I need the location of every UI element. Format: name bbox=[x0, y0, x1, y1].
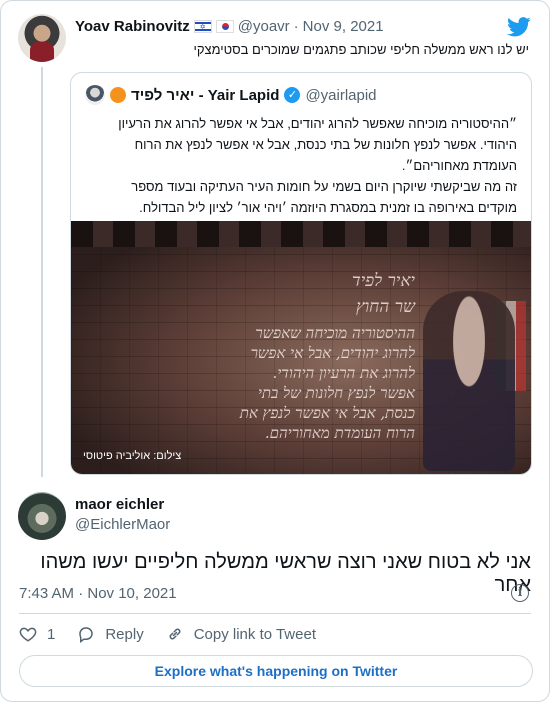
wall-battlements bbox=[71, 221, 531, 247]
quoted-author-name: יאיר לפיד - Yair Lapid bbox=[131, 86, 280, 104]
quoted-tweet[interactable]: יאיר לפיד - Yair Lapid ✓ @yairlapid ״ההי… bbox=[70, 72, 532, 475]
projected-text: יאיר לפיד שר החוץ ההיסטוריה מוכיחה שאפשר… bbox=[205, 271, 415, 443]
projected-line: יאיר לפיד bbox=[352, 271, 415, 291]
twitter-bird-icon[interactable] bbox=[507, 17, 531, 37]
israel-flag-icon: ✡ bbox=[193, 20, 212, 33]
photo-credit: צילום: אוליביה פיטוסי bbox=[83, 450, 182, 462]
action-bar: 1 Reply Copy link to Tweet bbox=[19, 624, 338, 644]
author-name[interactable]: Yoav Rabinovitz bbox=[75, 18, 190, 35]
separator: · bbox=[293, 18, 299, 35]
parent-tweet-text: יש לנו ראש ממשלה חליפי שכותב פתגמים שמוכ… bbox=[193, 42, 529, 57]
projected-line: כנסת, אבל אי אפשר לנפץ את bbox=[239, 404, 415, 422]
projected-line: אפשר לנפץ חלונות של בתי bbox=[257, 384, 415, 402]
reply-label: Reply bbox=[105, 625, 144, 643]
divider bbox=[19, 613, 531, 614]
south-korea-flag-icon bbox=[215, 20, 234, 33]
verified-badge-icon: ✓ bbox=[284, 87, 301, 103]
link-icon bbox=[169, 628, 181, 640]
orange-circle-icon bbox=[110, 87, 126, 103]
reply-bubble-icon bbox=[79, 627, 94, 643]
quoted-tweet-text: ״ההיסטוריה מוכיחה שאפשר להרוג יהודים, אב… bbox=[85, 113, 517, 218]
reply-button[interactable]: Reply bbox=[77, 625, 144, 643]
projected-line: שר החוץ bbox=[355, 297, 415, 317]
quoted-text-line: העומדת מאחוריהם״. bbox=[401, 158, 517, 173]
info-icon[interactable]: i bbox=[511, 584, 529, 602]
avatar[interactable] bbox=[18, 492, 66, 540]
tweet-date[interactable]: Nov 9, 2021 bbox=[303, 18, 384, 35]
like-count: 1 bbox=[47, 625, 56, 643]
parent-tweet-header: Yoav Rabinovitz ✡ @yoavr · Nov 9, 2021 bbox=[75, 18, 384, 35]
heart-icon bbox=[19, 627, 37, 642]
projected-line: להרוג את הרעיון היהודי. bbox=[272, 364, 415, 382]
quoted-text-line: זה מה שביקשתי שיוקרן היום בשמי על חומות … bbox=[131, 179, 517, 194]
copy-link-button[interactable]: Copy link to Tweet bbox=[166, 625, 316, 643]
portrait-projection bbox=[423, 291, 515, 471]
thread-line bbox=[41, 67, 43, 477]
projected-line: ההיסטוריה מוכיחה שאפשר bbox=[255, 324, 415, 342]
quoted-text-line: היהודי. אפשר לנפץ חלונות של בתי כנסת, אב… bbox=[134, 137, 517, 152]
avatar[interactable] bbox=[18, 14, 66, 62]
projected-line: להרוג יהודים, אבל אי אפשר bbox=[250, 344, 415, 362]
quoted-tweet-image[interactable]: יאיר לפיד שר החוץ ההיסטוריה מוכיחה שאפשר… bbox=[71, 221, 531, 474]
author-handle[interactable]: @yoavr bbox=[238, 18, 290, 35]
explore-button[interactable]: Explore what's happening on Twitter bbox=[19, 655, 533, 687]
like-button[interactable]: 1 bbox=[19, 625, 55, 643]
reply-author-handle[interactable]: @EichlerMaor bbox=[75, 516, 170, 533]
quoted-tweet-header: יאיר לפיד - Yair Lapid ✓ @yairlapid bbox=[85, 85, 377, 105]
reply-author-name[interactable]: maor eichler bbox=[75, 496, 164, 513]
quoted-author-handle: @yairlapid bbox=[305, 86, 377, 104]
copy-link-label: Copy link to Tweet bbox=[193, 625, 316, 643]
quoted-avatar bbox=[85, 85, 105, 105]
quoted-text-line: ״ההיסטוריה מוכיחה שאפשר להרוג יהודים, אב… bbox=[118, 116, 517, 131]
tweet-timestamp[interactable]: 7:43 AM · Nov 10, 2021 bbox=[19, 585, 177, 602]
projected-line: הרוח העומדת מאחוריהם. bbox=[264, 424, 415, 442]
tweet-embed-card: Yoav Rabinovitz ✡ @yoavr · Nov 9, 2021 י… bbox=[0, 0, 550, 702]
quoted-text-line: מוקדים באירופה בו זמנית במסגרת היוזמה ׳ו… bbox=[139, 200, 517, 215]
